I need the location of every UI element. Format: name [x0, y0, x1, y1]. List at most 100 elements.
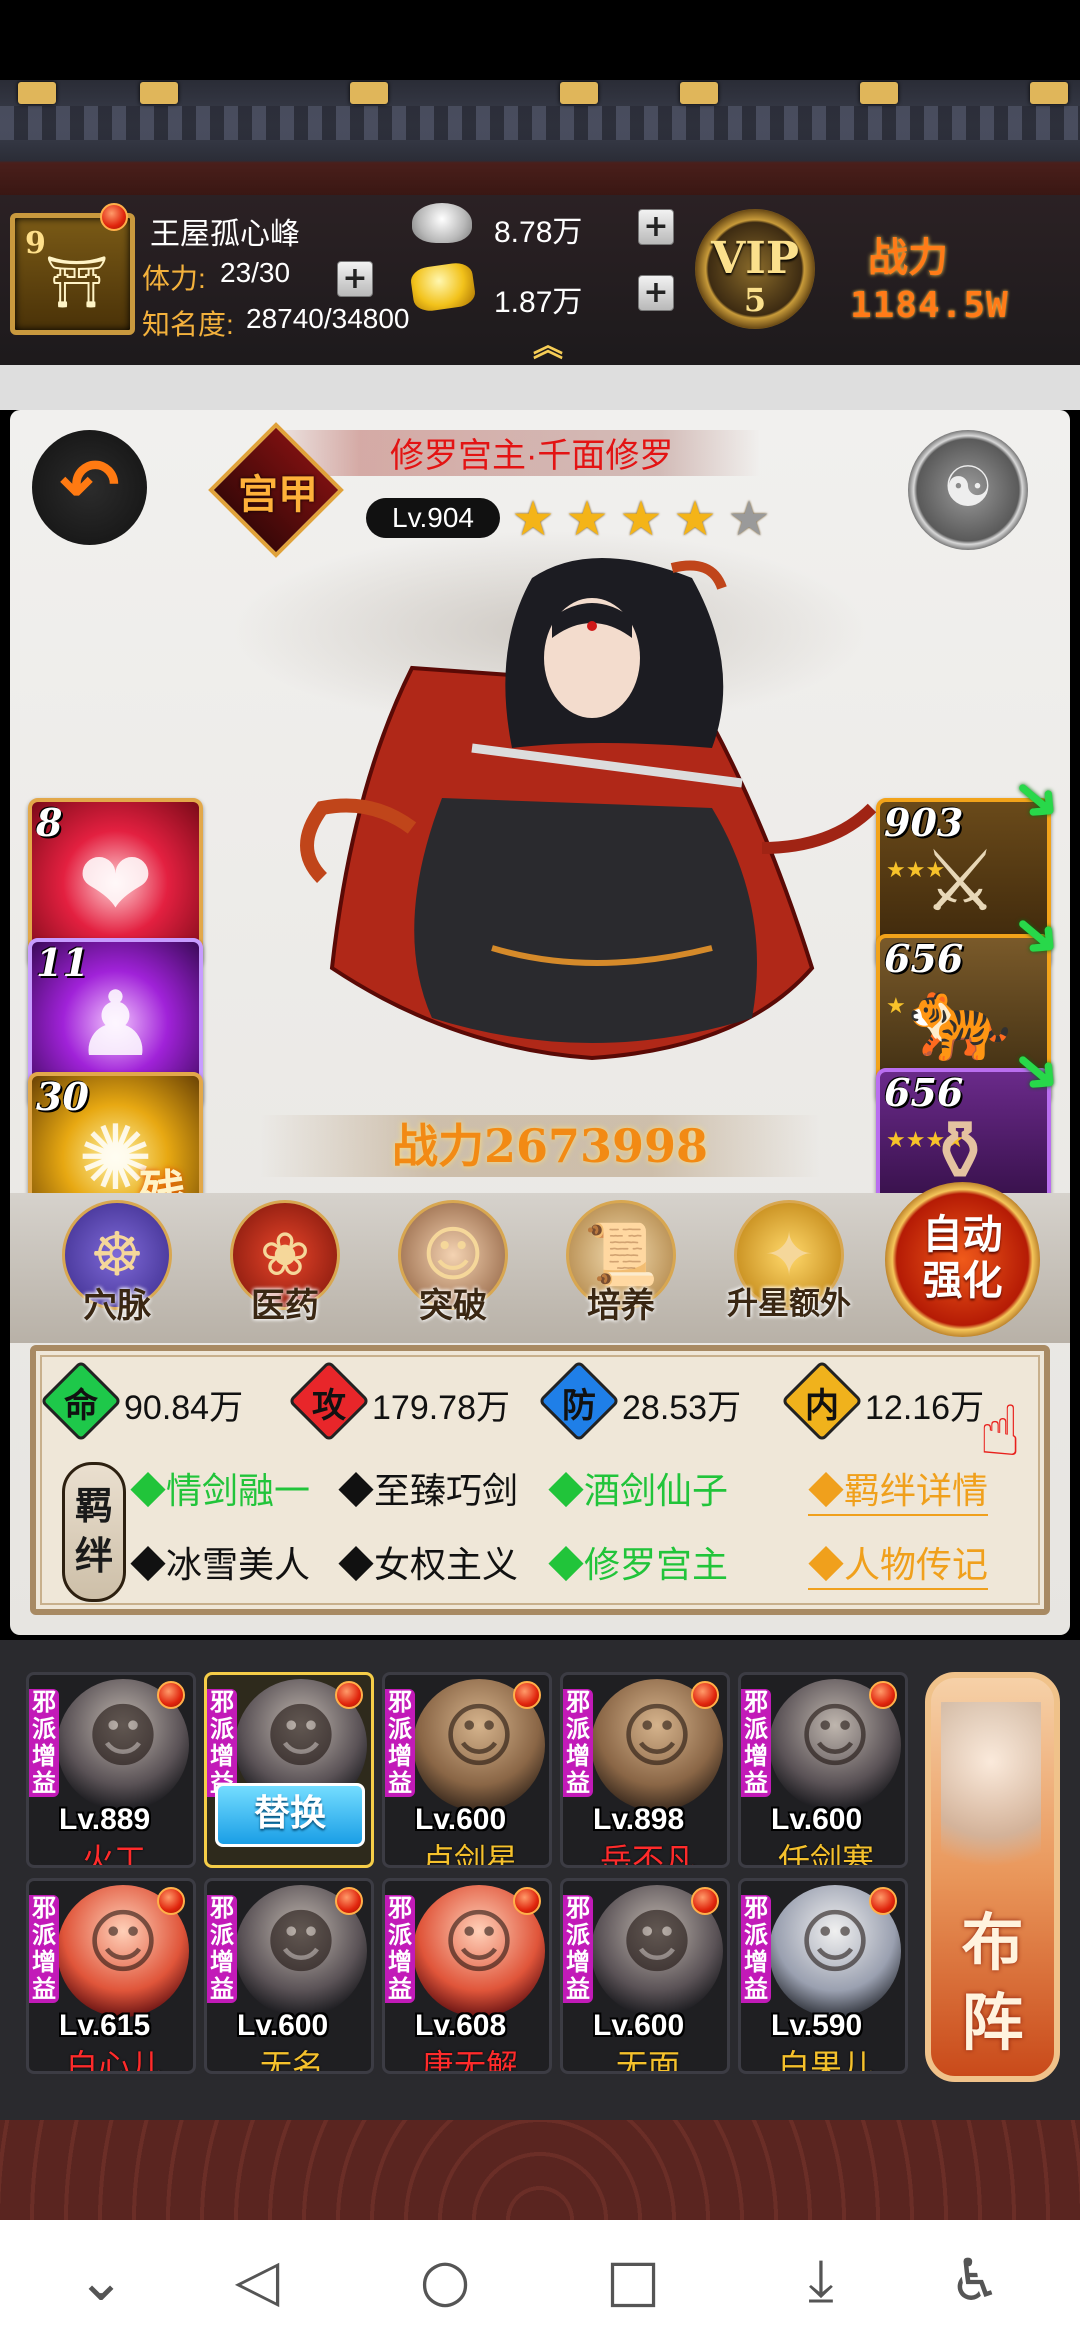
- back-triangle-icon[interactable]: ◁: [212, 2235, 302, 2325]
- hero-level: Lv.904: [366, 498, 500, 538]
- stamina-value: 23/30: [220, 257, 291, 288]
- auto-enhance-button[interactable]: 自动 强化: [885, 1182, 1040, 1337]
- accessibility-icon[interactable]: ♿: [930, 2235, 1020, 2325]
- meditation-icon[interactable]: ☯: [908, 430, 1028, 550]
- back-arrow-icon: ↶: [59, 443, 120, 527]
- hero-character-art[interactable]: [292, 548, 892, 1068]
- notification-dot: [691, 1681, 719, 1709]
- roster-hero-name: 任剑寒: [777, 1842, 874, 1868]
- formation-art: [941, 1702, 1041, 1902]
- heart-vortex-icon: ❤: [77, 832, 154, 937]
- roster-hero-name: 卢剑星: [421, 1842, 518, 1868]
- fame-value: 28740/34800: [246, 303, 410, 334]
- total-power-title: 战力: [868, 235, 948, 281]
- notification-dot: [157, 1681, 185, 1709]
- function-button-cultivate[interactable]: 📜 培养: [556, 1200, 686, 1330]
- gold-amount: 1.87万: [494, 286, 583, 319]
- vip-level: 5: [743, 281, 767, 319]
- evil-sect-bonus-badge: 邪 派 增 益: [29, 1689, 59, 1797]
- notification-dot: [869, 1887, 897, 1915]
- roster-hero-name: 火工: [81, 1842, 146, 1868]
- function-button-breakthrough[interactable]: ☺ 突破: [388, 1200, 518, 1330]
- game-screen: 9 ⛩ 王屋孤心峰 体力: 23/30 + 知名度: 28740/34800 8…: [0, 0, 1080, 2340]
- hero-power: 战力2673998: [391, 1119, 709, 1173]
- divider: [0, 365, 1080, 410]
- notification-dot: [869, 1681, 897, 1709]
- collapse-chevron-icon[interactable]: ︽: [522, 321, 574, 364]
- add-stamina-button[interactable]: +: [337, 261, 373, 297]
- function-button-meridian[interactable]: ☸ 穴脉: [52, 1200, 182, 1330]
- player-avatar[interactable]: 9 ⛩: [10, 213, 135, 335]
- replace-button[interactable]: 替换: [215, 1783, 365, 1847]
- hero-name: 修罗宫主·千面修罗: [390, 437, 674, 475]
- notification-dot: [157, 1887, 185, 1915]
- roster-slot[interactable]: ☺ 邪 派 增 益 Lv.608 唐无解: [382, 1878, 552, 2074]
- biography-link[interactable]: ◆人物传记: [808, 1536, 989, 1590]
- vip-badge[interactable]: VIP 5: [695, 209, 815, 329]
- function-button-star-extra[interactable]: ✦ 升星额外: [724, 1200, 854, 1330]
- roster-hero-level: Lv.600: [237, 2009, 329, 2042]
- roster-slot[interactable]: ☺ 邪 派 增 益 Lv.590 白果儿: [738, 1878, 908, 2074]
- roster-slot[interactable]: ☻ 邪 派 增 益 Lv.600 无名: [204, 1878, 374, 2074]
- notification-dot: [100, 203, 128, 231]
- notification-dot: [513, 1681, 541, 1709]
- roster-slot[interactable]: ☺ 邪 派 增 益 Lv.600 卢剑星: [382, 1672, 552, 1868]
- back-button[interactable]: ↶: [32, 430, 147, 545]
- star-filled-icon: ★: [673, 491, 717, 547]
- roster-slot[interactable]: ☺ 邪 派 增 益 Lv.615 白心儿: [26, 1878, 196, 2074]
- roster-hero-name: 白心儿: [65, 2048, 162, 2074]
- bond-item: ◆至臻巧剑: [338, 1470, 519, 1511]
- bond-item: ◆冰雪美人: [130, 1544, 311, 1585]
- function-label: 培养: [587, 1286, 655, 1326]
- bond-seal: 羁绊: [62, 1462, 126, 1602]
- roster-hero-name: 白果儿: [777, 2048, 874, 2074]
- formation-label: 布: [961, 1906, 1024, 1979]
- roster-hero-level: Lv.600: [771, 1803, 863, 1836]
- roster-slot[interactable]: ☻ 邪 派 增 益 Lv.889 火工: [26, 1672, 196, 1868]
- fame-label: 知名度:: [142, 309, 234, 340]
- evil-sect-bonus-badge: 邪 派 增 益: [385, 1689, 415, 1797]
- bond-item: ◆情剑融一: [130, 1470, 311, 1511]
- evil-sect-bonus-badge: 邪 派 增 益: [207, 1689, 237, 1797]
- roster-slot[interactable]: ☺ 邪 派 增 益 Lv.600 任剑寒: [738, 1672, 908, 1868]
- shadow-strike-icon: ♟: [75, 972, 156, 1077]
- roster-slot[interactable]: ☻ 邪 派 增 益 Lv.600 无面: [560, 1878, 730, 2074]
- function-label: 升星额外: [727, 1286, 851, 1322]
- roster-hero-level: Lv.600: [415, 1803, 507, 1836]
- stat-hp: 命 90.84万: [39, 1359, 292, 1443]
- evil-sect-bonus-badge: 邪 派 增 益: [563, 1895, 593, 2003]
- formation-button[interactable]: 布 阵: [925, 1672, 1060, 2082]
- stat-value: 90.84万: [124, 1389, 244, 1427]
- stat-glyph: 防: [562, 1386, 596, 1426]
- roster-slot[interactable]: ☺ 邪 派 增 益 Lv.898 岳不凡: [560, 1672, 730, 1868]
- stat-value: 179.78万: [372, 1389, 510, 1427]
- silver-amount: 8.78万: [494, 216, 583, 249]
- chevron-down-icon[interactable]: ⌄: [56, 2235, 146, 2325]
- add-silver-button[interactable]: +: [638, 209, 674, 245]
- function-button-medicine[interactable]: ❀ 医药: [220, 1200, 350, 1330]
- home-circle-icon[interactable]: ○: [400, 2235, 490, 2325]
- roster-hero-name: 唐无解: [421, 2048, 518, 2074]
- stat-glyph: 命: [64, 1386, 98, 1426]
- formation-label: 阵: [961, 1986, 1024, 2059]
- function-label: 突破: [419, 1286, 487, 1326]
- pavilion-icon: ⛩: [45, 253, 109, 311]
- bond-item: ◆酒剑仙子: [548, 1470, 729, 1511]
- recents-square-icon[interactable]: □: [588, 2235, 678, 2325]
- stat-glyph: 内: [805, 1386, 839, 1426]
- roster-hero-level: Lv.600: [593, 2009, 685, 2042]
- notification-dot: [335, 1681, 363, 1709]
- stat-defense: 防 28.53万: [537, 1359, 790, 1443]
- stat-attack: 攻 179.78万: [287, 1359, 540, 1443]
- notification-dot: [513, 1887, 541, 1915]
- sword-icon: ⚔: [922, 832, 998, 930]
- add-gold-button[interactable]: +: [638, 275, 674, 311]
- stat-value: 28.53万: [622, 1389, 742, 1427]
- bond-seal-label: 羁绊: [74, 1483, 113, 1578]
- roster-slot-selected[interactable]: ☻邪 派 增 益替换: [204, 1672, 374, 1868]
- evil-sect-bonus-badge: 邪 派 增 益: [563, 1689, 593, 1797]
- roster-hero-level: Lv.615: [59, 2009, 151, 2042]
- tap-hint-icon: ☝: [978, 1390, 1022, 1472]
- download-icon[interactable]: ⤓: [776, 2235, 866, 2325]
- system-nav-bar: [0, 2220, 1080, 2340]
